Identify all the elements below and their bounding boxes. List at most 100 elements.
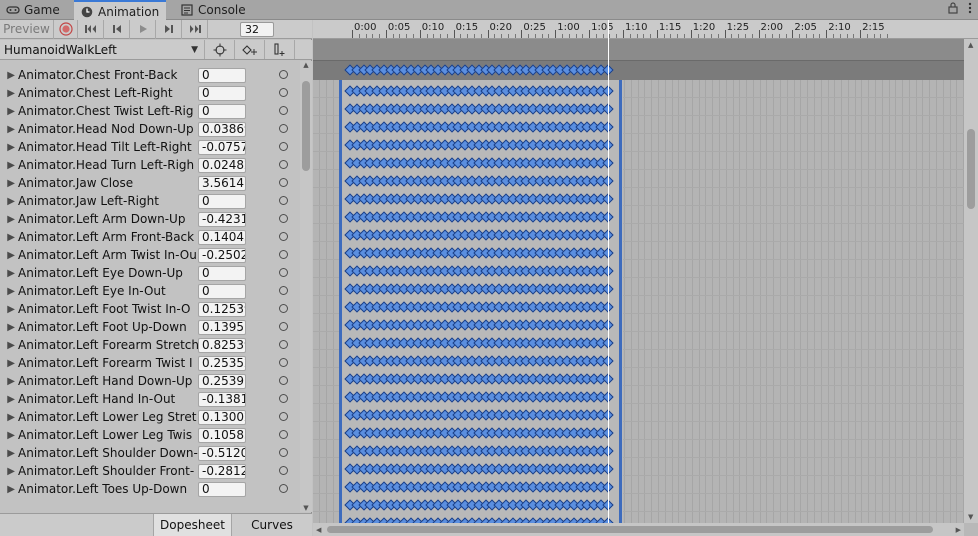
summary-track[interactable]: [313, 60, 964, 80]
tab-animation[interactable]: Animation: [74, 0, 166, 21]
expand-arrow-icon[interactable]: ▶: [0, 448, 18, 459]
scroll-down-arrow-icon[interactable]: ▼: [301, 504, 311, 512]
expand-arrow-icon[interactable]: ▶: [0, 232, 18, 243]
keyframe-toggle-icon[interactable]: [279, 430, 288, 439]
keyframe-toggle-icon[interactable]: [279, 70, 288, 79]
property-row[interactable]: ▶Animator.Left Lower Leg Stret0.13002: [0, 408, 300, 426]
expand-arrow-icon[interactable]: ▶: [0, 142, 18, 153]
clip-dropdown[interactable]: HumanoidWalkLeft ▼: [0, 40, 205, 59]
keyframe-toggle-icon[interactable]: [279, 376, 288, 385]
property-value-field[interactable]: 0.13002: [198, 409, 246, 425]
tab-game[interactable]: Game: [0, 0, 74, 20]
scroll-up-arrow-icon[interactable]: ▲: [301, 61, 311, 69]
expand-arrow-icon[interactable]: ▶: [0, 124, 18, 135]
property-value-field[interactable]: 3.5614: [198, 175, 246, 191]
add-event-button[interactable]: [265, 40, 295, 59]
property-row[interactable]: ▶ Animator.Jaw Close 3.5614: [0, 174, 300, 192]
expand-arrow-icon[interactable]: ▶: [0, 340, 18, 351]
scroll-thumb[interactable]: [302, 81, 310, 171]
keyframe-toggle-icon[interactable]: [279, 286, 288, 295]
expand-arrow-icon[interactable]: ▶: [0, 412, 18, 423]
frame-number-field[interactable]: 32: [240, 21, 274, 37]
property-row[interactable]: ▶Animator.Head Nod Down-Up 0.03869: [0, 120, 300, 138]
horizontal-scroll-thumb[interactable]: [327, 526, 933, 533]
more-options-icon[interactable]: [968, 2, 972, 17]
lock-icon[interactable]: [948, 2, 958, 17]
preview-button[interactable]: Preview: [0, 19, 54, 39]
property-value-field[interactable]: 0.02482: [198, 157, 246, 173]
property-row[interactable]: ▶Animator.Left Lower Leg Twis 0.10585: [0, 426, 300, 444]
property-value-field[interactable]: 0: [198, 265, 246, 281]
prev-key-button[interactable]: [104, 19, 130, 39]
property-value-field[interactable]: 0.25391: [198, 373, 246, 389]
property-value-field[interactable]: 0.82539: [198, 337, 246, 353]
property-row[interactable]: ▶ Animator.Left Arm Down-Up -0.4231: [0, 210, 300, 228]
property-row[interactable]: ▶Animator.Left Arm Front-Back0.14045: [0, 228, 300, 246]
keyframe-toggle-icon[interactable]: [279, 394, 288, 403]
property-value-field[interactable]: 0.10585: [198, 427, 246, 443]
property-row[interactable]: ▶ Animator.Left Shoulder Down- -0.5120: [0, 444, 300, 462]
keyframe-toggle-icon[interactable]: [279, 178, 288, 187]
add-key-button[interactable]: [235, 40, 265, 59]
property-value-field[interactable]: 0.25352: [198, 355, 246, 371]
keyframe-toggle-icon[interactable]: [279, 106, 288, 115]
property-row[interactable]: ▶Animator.Left Forearm Stretch0.82539: [0, 336, 300, 354]
property-row[interactable]: ▶Animator.Left Hand Down-Up 0.25391: [0, 372, 300, 390]
keyframe-toggle-icon[interactable]: [279, 160, 288, 169]
expand-arrow-icon[interactable]: ▶: [0, 376, 18, 387]
first-key-button[interactable]: [78, 19, 104, 39]
dopesheet-timeline[interactable]: 0:00 0:05 0:10 0:15 0:20 0:25 1:00 1:05 1:10 1:15…: [313, 20, 978, 536]
keyframe-toggle-icon[interactable]: [279, 340, 288, 349]
property-value-field[interactable]: -0.2812: [198, 463, 246, 479]
property-row[interactable]: ▶ Animator.Left Arm Twist In-Ou -0.2502: [0, 246, 300, 264]
dopesheet-tab[interactable]: Dopesheet: [153, 514, 231, 536]
expand-arrow-icon[interactable]: ▶: [0, 358, 18, 369]
property-value-field[interactable]: 0: [198, 67, 246, 83]
property-row[interactable]: ▶ Animator.Chest Front-Back 0: [0, 66, 300, 84]
property-value-field[interactable]: -0.2502: [198, 247, 246, 263]
property-row[interactable]: ▶ Animator.Chest Left-Right 0: [0, 84, 300, 102]
keyframe-toggle-icon[interactable]: [279, 484, 288, 493]
keyframe-toggle-icon[interactable]: [279, 88, 288, 97]
curves-tab[interactable]: Curves: [231, 514, 312, 536]
property-list-scrollbar[interactable]: ▲ ▼: [300, 61, 312, 512]
keyframe-toggle-icon[interactable]: [279, 304, 288, 313]
property-row[interactable]: ▶ Animator.Left Eye In-Out 0: [0, 282, 300, 300]
timeline-horizontal-scrollbar[interactable]: ◀ ▶: [313, 523, 964, 536]
property-value-field[interactable]: 0.1395: [198, 319, 246, 335]
property-row[interactable]: ▶ Animator.Head Tilt Left-Right -0.0757: [0, 138, 300, 156]
property-row[interactable]: ▶Animator.Left Forearm Twist I 0.25352: [0, 354, 300, 372]
property-value-field[interactable]: -0.0757: [198, 139, 246, 155]
property-row[interactable]: ▶Animator.Head Turn Left-Righ0.02482: [0, 156, 300, 174]
property-row[interactable]: ▶ Animator.Left Shoulder Front- -0.2812: [0, 462, 300, 480]
property-row[interactable]: ▶ Animator.Left Hand In-Out -0.1381: [0, 390, 300, 408]
keyframe-toggle-icon[interactable]: [279, 124, 288, 133]
keyframe-toggle-icon[interactable]: [279, 466, 288, 475]
expand-arrow-icon[interactable]: ▶: [0, 286, 18, 297]
expand-arrow-icon[interactable]: ▶: [0, 394, 18, 405]
keyframe-toggle-icon[interactable]: [279, 196, 288, 205]
property-row[interactable]: ▶Animator.Left Foot Twist In-O 0.12539: [0, 300, 300, 318]
expand-arrow-icon[interactable]: ▶: [0, 214, 18, 225]
property-value-field[interactable]: 0.12539: [198, 301, 246, 317]
keyframe-toggle-icon[interactable]: [279, 142, 288, 151]
keyframe-toggle-icon[interactable]: [279, 322, 288, 331]
expand-arrow-icon[interactable]: ▶: [0, 430, 18, 441]
keyframe-toggle-icon[interactable]: [279, 250, 288, 259]
timeline-vertical-scrollbar[interactable]: ▲ ▼: [964, 39, 978, 523]
keyframe-toggle-icon[interactable]: [279, 412, 288, 421]
expand-arrow-icon[interactable]: ▶: [0, 88, 18, 99]
property-value-field[interactable]: 0: [198, 283, 246, 299]
property-row[interactable]: ▶ Animator.Jaw Left-Right 0: [0, 192, 300, 210]
property-value-field[interactable]: 0: [198, 481, 246, 497]
expand-arrow-icon[interactable]: ▶: [0, 160, 18, 171]
expand-arrow-icon[interactable]: ▶: [0, 178, 18, 189]
keyframe-toggle-icon[interactable]: [279, 232, 288, 241]
scroll-right-arrow-icon[interactable]: ▶: [956, 526, 961, 534]
property-row[interactable]: ▶ Animator.Left Foot Up-Down 0.1395: [0, 318, 300, 336]
keyframe-toggle-icon[interactable]: [279, 214, 288, 223]
keyframe-toggle-icon[interactable]: [279, 358, 288, 367]
expand-arrow-icon[interactable]: ▶: [0, 466, 18, 477]
expand-arrow-icon[interactable]: ▶: [0, 268, 18, 279]
keyframe-toggle-icon[interactable]: [279, 268, 288, 277]
